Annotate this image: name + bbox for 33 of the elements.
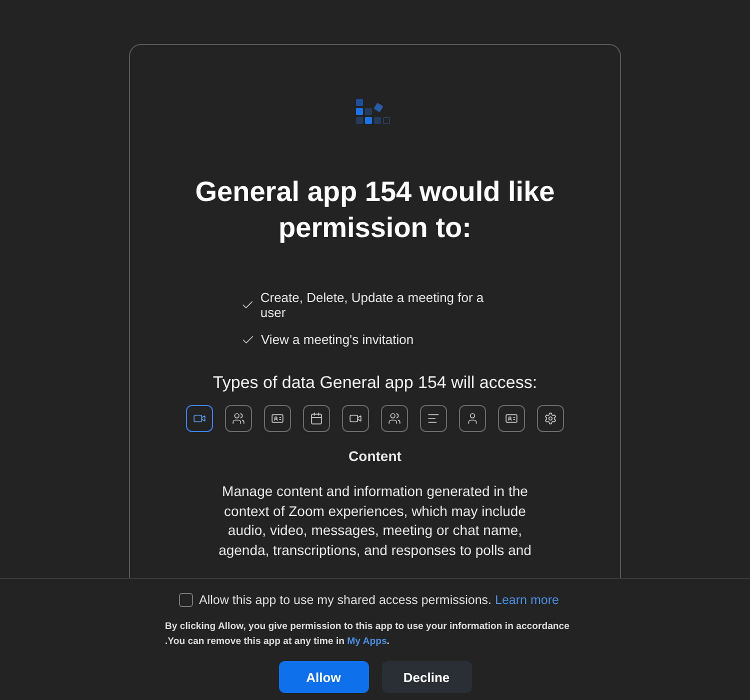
data-type-tab[interactable] bbox=[264, 405, 291, 432]
consent-label: Allow this app to use my shared access permissions. Learn more bbox=[199, 593, 559, 607]
data-type-tab[interactable] bbox=[303, 405, 330, 432]
data-type-description: Manage content and information generated in the context of Zoom experiences, which may include audio, video, messages, meeting or chat name, agenda, transcriptions, and responses to polls and bbox=[218, 482, 532, 560]
people-icon bbox=[232, 412, 245, 425]
my-apps-link[interactable]: My Apps bbox=[347, 636, 387, 647]
video-icon bbox=[193, 412, 206, 425]
data-type-tab[interactable] bbox=[459, 405, 486, 432]
id-card-icon bbox=[505, 412, 518, 425]
learn-more-link[interactable]: Learn more bbox=[495, 593, 559, 607]
permission-item: Create, Delete, Update a meeting for a user bbox=[260, 290, 485, 320]
data-type-tab[interactable] bbox=[537, 405, 564, 432]
permission-item: View a meeting's invitation bbox=[261, 332, 414, 347]
settings-icon bbox=[544, 412, 557, 425]
allow-button[interactable]: Allow bbox=[278, 661, 368, 693]
section-heading: Types of data General app 154 will access: bbox=[212, 373, 538, 393]
consent-checkbox[interactable] bbox=[179, 593, 194, 607]
text-lines-icon bbox=[427, 412, 440, 425]
people-icon bbox=[388, 412, 401, 425]
dialog-title: General app 154 would like permission to: bbox=[194, 175, 556, 245]
decline-button[interactable]: Decline bbox=[382, 661, 472, 693]
person-icon bbox=[466, 412, 479, 425]
data-type-tab[interactable] bbox=[186, 405, 213, 432]
id-card-icon bbox=[271, 412, 284, 425]
data-type-tab[interactable] bbox=[420, 405, 447, 432]
data-type-tab[interactable] bbox=[498, 405, 525, 432]
data-type-tab[interactable] bbox=[342, 405, 369, 432]
calendar-icon bbox=[310, 412, 323, 425]
data-type-tab[interactable] bbox=[225, 405, 252, 432]
video-icon bbox=[349, 412, 362, 425]
consent-notice: By clicking Allow, you give permission to this app to use your information in accordance .You can remove this app at any time in My Apps. bbox=[165, 620, 570, 649]
data-type-title: Content bbox=[348, 448, 402, 464]
data-type-tab[interactable] bbox=[381, 405, 408, 432]
